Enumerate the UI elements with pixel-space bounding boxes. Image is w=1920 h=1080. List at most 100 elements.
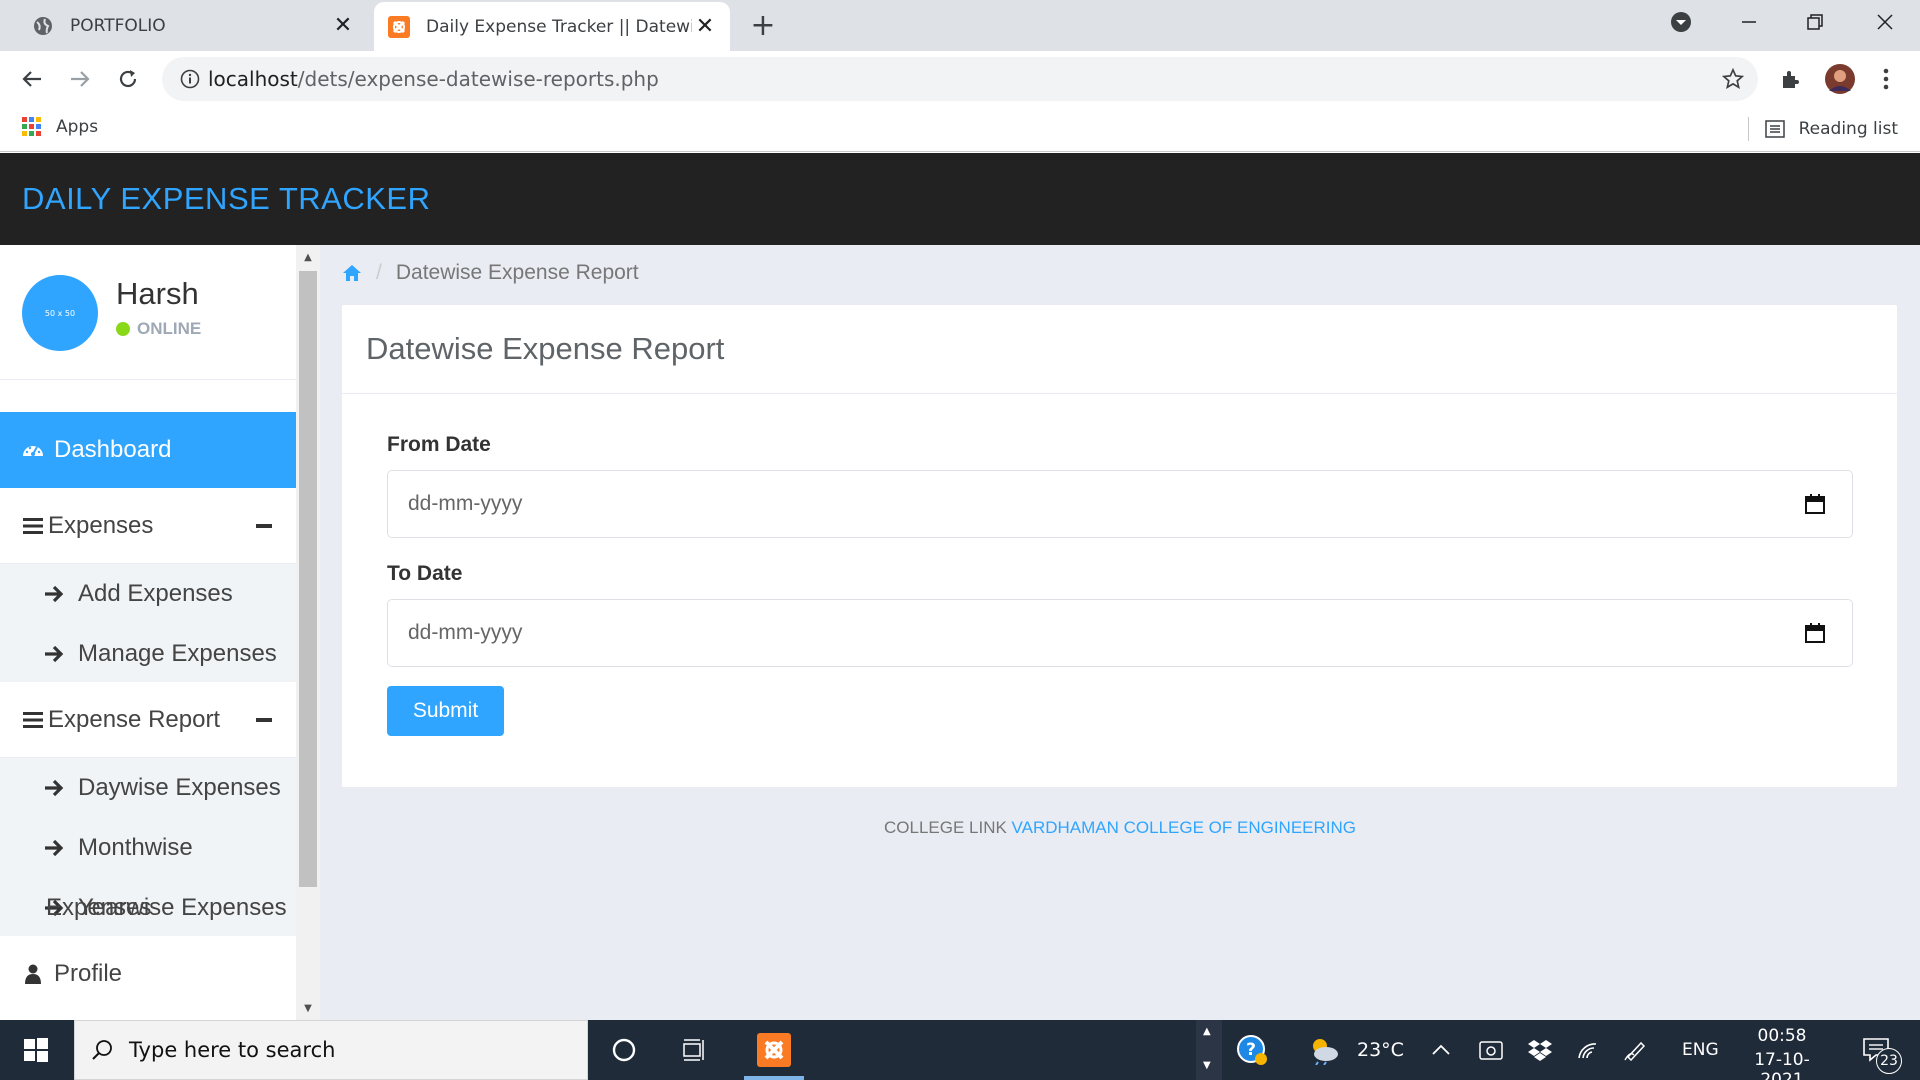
- submit-button[interactable]: Submit: [387, 686, 504, 736]
- search-placeholder: Type here to search: [129, 1038, 336, 1062]
- arrow-right-icon: [44, 645, 64, 663]
- main-content: / Datewise Expense Report Datewise Expen…: [320, 245, 1920, 1020]
- sidebar-item-profile[interactable]: Profile: [0, 936, 296, 1012]
- browser-tab-bar: PORTFOLIO ✕ Daily Expense Tracker || Dat…: [0, 0, 1920, 51]
- temperature: 23°C: [1357, 1039, 1404, 1061]
- profile-avatar[interactable]: [1824, 63, 1856, 95]
- reload-button[interactable]: [112, 63, 144, 95]
- status-indicator: ONLINE: [116, 319, 201, 339]
- pen-icon[interactable]: [1612, 1020, 1660, 1080]
- to-date-label: To Date: [387, 562, 463, 585]
- xampp-taskbar-icon[interactable]: [746, 1020, 802, 1080]
- menu-kebab-icon[interactable]: [1870, 63, 1902, 95]
- sidebar-item-label: Manage Expenses: [78, 640, 277, 667]
- url-text: localhost/dets/expense-datewise-reports.…: [208, 67, 659, 91]
- clock[interactable]: 00:58 17-10-2021: [1734, 1026, 1830, 1080]
- star-icon[interactable]: [1722, 68, 1744, 90]
- capture-tray-icon[interactable]: [1466, 1020, 1516, 1080]
- close-icon[interactable]: ✕: [692, 14, 718, 40]
- scroll-up-arrow-icon[interactable]: ▲: [296, 247, 320, 267]
- sidebar-item-monthwise[interactable]: Monthwise: [0, 818, 296, 878]
- wifi-icon[interactable]: [1564, 1020, 1612, 1080]
- online-dot-icon: [116, 322, 130, 336]
- close-icon[interactable]: ✕: [330, 13, 356, 39]
- xampp-icon: [388, 15, 410, 38]
- sidebar-item-label: Profile: [54, 960, 123, 987]
- to-date-input[interactable]: dd-mm-yyyy: [387, 599, 1853, 667]
- show-hidden-icons-chevron-icon[interactable]: [1416, 1020, 1466, 1080]
- close-window-button[interactable]: [1852, 0, 1918, 44]
- clock-date: 17-10-2021: [1754, 1050, 1810, 1080]
- collapse-minus-icon[interactable]: [256, 524, 272, 528]
- sidebar-item-yearwise[interactable]: Yearwise Expenses Expenses: [0, 878, 296, 938]
- sidebar-item-label-stack: Yearwise Expenses Expenses: [46, 894, 287, 922]
- status-label: ONLINE: [137, 319, 202, 338]
- tab-portfolio[interactable]: PORTFOLIO ✕: [18, 0, 368, 51]
- search-icon: [91, 1039, 113, 1061]
- sidebar-item-label: Expenses: [48, 511, 154, 539]
- sidebar-item-expense-report[interactable]: Expense Report: [0, 682, 296, 758]
- start-button[interactable]: [0, 1020, 72, 1080]
- sidebar-item-label: Expense Report: [48, 705, 221, 733]
- info-icon[interactable]: [180, 69, 200, 89]
- address-bar[interactable]: localhost/dets/expense-datewise-reports.…: [162, 57, 1758, 101]
- avatar: 50 x 50: [22, 275, 98, 351]
- reading-list-label: Reading list: [1798, 119, 1898, 139]
- taskbar-search-box[interactable]: Type here to search: [74, 1020, 588, 1080]
- tab-expense-tracker[interactable]: Daily Expense Tracker || Datewise ✕: [374, 2, 730, 51]
- reading-list-icon: [1764, 120, 1785, 138]
- sidebar-item-expenses[interactable]: Expenses: [0, 488, 296, 564]
- collapse-minus-icon[interactable]: [256, 718, 272, 722]
- overlapping-label: Expenses: [46, 894, 152, 921]
- tab-search-button[interactable]: [1648, 0, 1714, 44]
- cortana-icon[interactable]: [596, 1020, 652, 1080]
- sidebar-item-daywise[interactable]: Daywise Expenses: [0, 758, 296, 818]
- extensions-icon[interactable]: [1774, 63, 1806, 95]
- from-date-input[interactable]: dd-mm-yyyy: [387, 470, 1853, 538]
- back-button[interactable]: [16, 63, 48, 95]
- notifications-icon[interactable]: 23: [1846, 1020, 1906, 1080]
- sidebar-item-label: Monthwise: [78, 834, 193, 861]
- sidebar-item-dashboard[interactable]: Dashboard: [0, 412, 296, 488]
- dashboard-icon: [22, 439, 44, 461]
- minimize-button[interactable]: [1716, 0, 1782, 44]
- weather-icon[interactable]: [1302, 1020, 1346, 1080]
- brand-title[interactable]: DAILY EXPENSE TRACKER: [22, 181, 430, 217]
- taskbar-scroll[interactable]: ▲ ▼: [1196, 1020, 1222, 1080]
- active-app-indicator: [744, 1076, 804, 1080]
- scroll-down-arrow-icon[interactable]: ▼: [296, 998, 320, 1018]
- notification-badge: 23: [1876, 1048, 1902, 1074]
- calendar-icon[interactable]: [1804, 622, 1826, 644]
- sidebar-scrollbar[interactable]: ▲ ▼: [296, 245, 320, 1020]
- divider: [1747, 117, 1749, 141]
- new-tab-button[interactable]: +: [748, 8, 778, 43]
- footer: COLLEGE LINK VARDHAMAN COLLEGE OF ENGINE…: [320, 818, 1920, 838]
- chevron-down-icon[interactable]: ▼: [1203, 1060, 1211, 1071]
- language-indicator[interactable]: ENG: [1682, 1040, 1719, 1060]
- dropbox-icon[interactable]: [1516, 1020, 1564, 1080]
- sidebar-item-label: Daywise Expenses: [78, 774, 281, 801]
- report-panel: Datewise Expense Report From Date dd-mm-…: [342, 305, 1897, 787]
- forward-button[interactable]: [64, 63, 96, 95]
- sidebar-item-add-expenses[interactable]: Add Expenses: [0, 564, 296, 624]
- apps-shortcut[interactable]: Apps: [22, 117, 98, 137]
- breadcrumb: / Datewise Expense Report: [342, 261, 639, 285]
- sidebar-item-manage-expenses[interactable]: Manage Expenses: [0, 624, 296, 684]
- to-date-placeholder: dd-mm-yyyy: [408, 621, 523, 644]
- svg-text:?: ?: [1246, 1040, 1256, 1060]
- college-link[interactable]: VARDHAMAN COLLEGE OF ENGINEERING: [1012, 818, 1356, 837]
- calendar-icon[interactable]: [1804, 493, 1826, 515]
- arrow-right-icon: [44, 779, 64, 797]
- chevron-up-icon[interactable]: ▲: [1203, 1026, 1211, 1037]
- help-icon[interactable]: ?: [1224, 1020, 1280, 1080]
- tab-title: Daily Expense Tracker || Datewise: [426, 16, 692, 37]
- breadcrumb-separator: /: [376, 261, 382, 284]
- restore-button[interactable]: [1782, 0, 1848, 44]
- task-view-icon[interactable]: [668, 1020, 724, 1080]
- home-icon[interactable]: [342, 264, 362, 282]
- reading-list-button[interactable]: Reading list: [1747, 117, 1898, 141]
- scrollbar-thumb[interactable]: [299, 271, 317, 887]
- windows-taskbar: Type here to search ▲ ▼ ? 23°C ENG 00:58…: [0, 1020, 1920, 1080]
- user-icon: [22, 963, 44, 985]
- expense-report-submenu: Daywise Expenses Monthwise Yearwise Expe…: [0, 758, 296, 936]
